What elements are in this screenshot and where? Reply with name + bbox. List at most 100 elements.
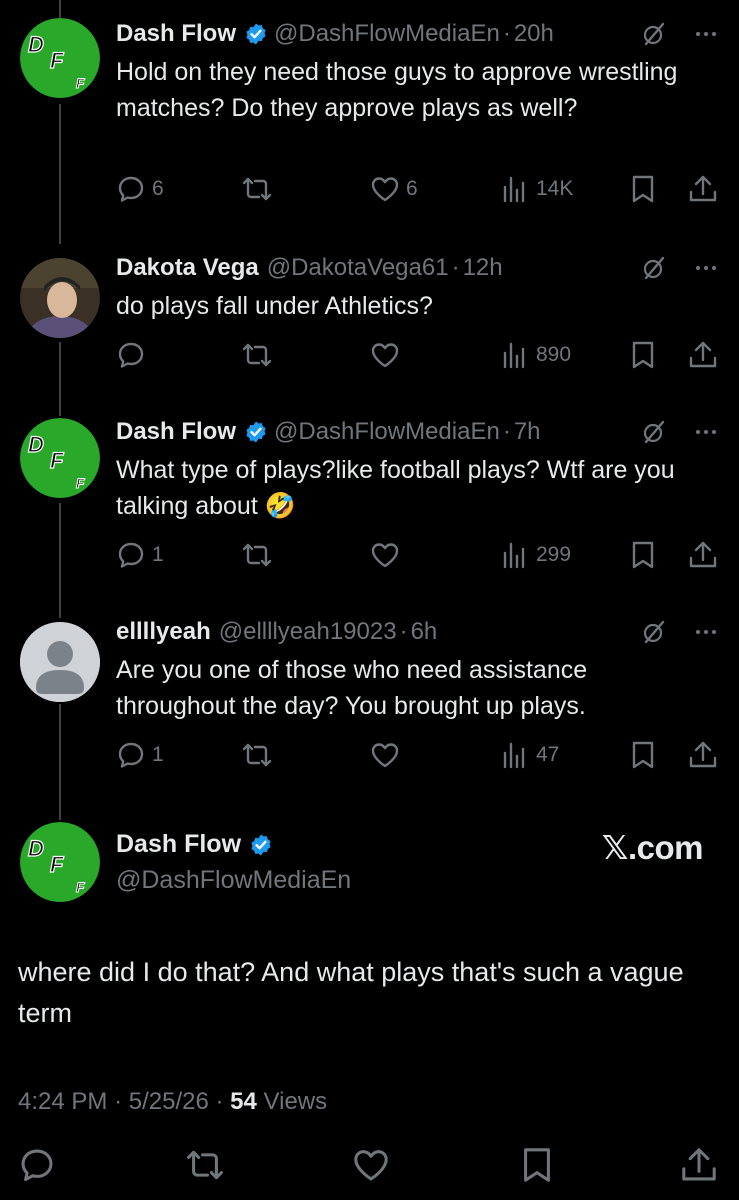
views-button[interactable]: 299: [500, 538, 571, 572]
share-icon[interactable]: [680, 1146, 718, 1184]
views-button[interactable]: 14K: [500, 172, 573, 206]
author-name[interactable]: Dakota Vega: [116, 254, 259, 282]
tweet-text: What type of plays?like football plays? …: [116, 456, 675, 520]
tweet-header-actions: [641, 614, 719, 650]
reply-tweet[interactable]: Dash Flow @DashFlowMediaEn · 20h Hold on…: [0, 16, 739, 216]
share-button[interactable]: [688, 338, 718, 372]
author-name[interactable]: Dash Flow: [116, 418, 236, 446]
retweet-icon: [242, 340, 272, 370]
main-action-bar: [0, 1146, 739, 1196]
tweet-header-actions: [641, 414, 719, 450]
retweet-button[interactable]: [242, 538, 278, 572]
separator: ·: [502, 418, 511, 445]
author-handle[interactable]: @ellllyeah19023: [219, 618, 397, 646]
views-button[interactable]: 47: [500, 738, 559, 772]
avatar[interactable]: [20, 822, 100, 902]
bookmark-icon: [628, 340, 658, 370]
tweet-date[interactable]: 5/25/26: [129, 1088, 209, 1115]
separator: ·: [502, 20, 511, 47]
share-icon: [688, 340, 718, 370]
verified-badge-icon: [249, 833, 273, 857]
like-button[interactable]: [370, 538, 406, 572]
retweet-icon: [242, 174, 272, 204]
bookmark-icon: [628, 540, 658, 570]
author-handle[interactable]: @DakotaVega61: [267, 254, 449, 282]
separator: ·: [399, 618, 408, 645]
views-button[interactable]: 890: [500, 338, 571, 372]
bookmark-icon: [628, 740, 658, 770]
author-handle[interactable]: @DashFlowMediaEn: [116, 866, 351, 895]
view-count: 14K: [536, 177, 574, 200]
timestamp[interactable]: 12h: [463, 254, 503, 282]
tweet-header: Dash Flow @DashFlowMediaEn · 7h: [116, 414, 719, 450]
retweet-icon: [242, 540, 272, 570]
share-button[interactable]: [688, 538, 718, 572]
retweet-icon[interactable]: [186, 1146, 224, 1184]
author-handle[interactable]: @DashFlowMediaEn: [274, 20, 500, 48]
reply-button[interactable]: 6: [116, 172, 164, 206]
share-icon: [688, 740, 718, 770]
author-name[interactable]: Dash Flow: [116, 20, 236, 48]
action-bar: 6 6 14K: [116, 172, 721, 206]
reply-icon: [116, 540, 146, 570]
dash-flow-logo-icon: [20, 822, 100, 902]
avatar[interactable]: [20, 258, 100, 338]
reply-button[interactable]: 1: [116, 538, 164, 572]
timestamp[interactable]: 6h: [411, 618, 438, 646]
separator: ·: [451, 254, 460, 281]
more-options-icon[interactable]: [693, 419, 719, 445]
bookmark-icon[interactable]: [518, 1146, 556, 1184]
more-options-icon[interactable]: [693, 255, 719, 281]
grok-icon[interactable]: [641, 619, 667, 645]
rolling-laughing-emoji: 🤣: [264, 492, 296, 520]
share-button[interactable]: [688, 172, 718, 206]
action-bar: 890: [116, 338, 721, 372]
like-icon: [370, 540, 400, 570]
like-button[interactable]: 6: [370, 172, 418, 206]
author-name[interactable]: Dash Flow: [116, 830, 241, 859]
bookmark-button[interactable]: [628, 538, 658, 572]
reply-tweet[interactable]: Dash Flow @DashFlowMediaEn · 7h What typ…: [0, 414, 739, 584]
action-bar: 1 47: [116, 738, 721, 772]
grok-icon[interactable]: [641, 419, 667, 445]
retweet-button[interactable]: [242, 738, 278, 772]
like-icon[interactable]: [352, 1146, 390, 1184]
bookmark-button[interactable]: [628, 338, 658, 372]
tweet-header-actions: [641, 16, 719, 52]
reply-tweet[interactable]: ellllyeah @ellllyeah19023 · 6h Are you o…: [0, 614, 739, 784]
reply-icon[interactable]: [18, 1146, 56, 1184]
views-icon: [500, 174, 530, 204]
timestamp[interactable]: 7h: [514, 418, 541, 446]
reply-button[interactable]: [116, 338, 152, 372]
more-options-icon[interactable]: [693, 619, 719, 645]
views-count: 54: [230, 1088, 257, 1115]
like-button[interactable]: [370, 338, 406, 372]
reply-button[interactable]: 1: [116, 738, 164, 772]
author-handle[interactable]: @DashFlowMediaEn: [274, 418, 500, 446]
tweet-text: Hold on they need those guys to approve …: [116, 58, 678, 122]
avatar[interactable]: [20, 418, 100, 498]
avatar[interactable]: [20, 622, 100, 702]
bookmark-button[interactable]: [628, 738, 658, 772]
more-options-icon[interactable]: [693, 21, 719, 47]
avatar[interactable]: [20, 18, 100, 98]
grok-icon[interactable]: [641, 21, 667, 47]
grok-icon[interactable]: [641, 255, 667, 281]
like-button[interactable]: [370, 738, 406, 772]
retweet-icon: [242, 740, 272, 770]
tweet-time[interactable]: 4:24 PM: [18, 1088, 107, 1115]
dash-flow-logo-icon: [20, 18, 100, 98]
timestamp[interactable]: 20h: [514, 20, 554, 48]
author-name[interactable]: ellllyeah: [116, 618, 211, 646]
action-bar: 1 299: [116, 538, 721, 572]
user-photo-avatar: [20, 258, 100, 338]
reply-count: 6: [152, 177, 164, 200]
reply-tweet[interactable]: Dakota Vega @DakotaVega61 · 12h do plays…: [0, 250, 739, 380]
retweet-button[interactable]: [242, 338, 278, 372]
view-count: 890: [536, 343, 572, 366]
share-button[interactable]: [688, 738, 718, 772]
view-count: 299: [536, 543, 572, 566]
bookmark-button[interactable]: [628, 172, 658, 206]
reply-count: 1: [152, 543, 164, 566]
retweet-button[interactable]: [242, 172, 278, 206]
